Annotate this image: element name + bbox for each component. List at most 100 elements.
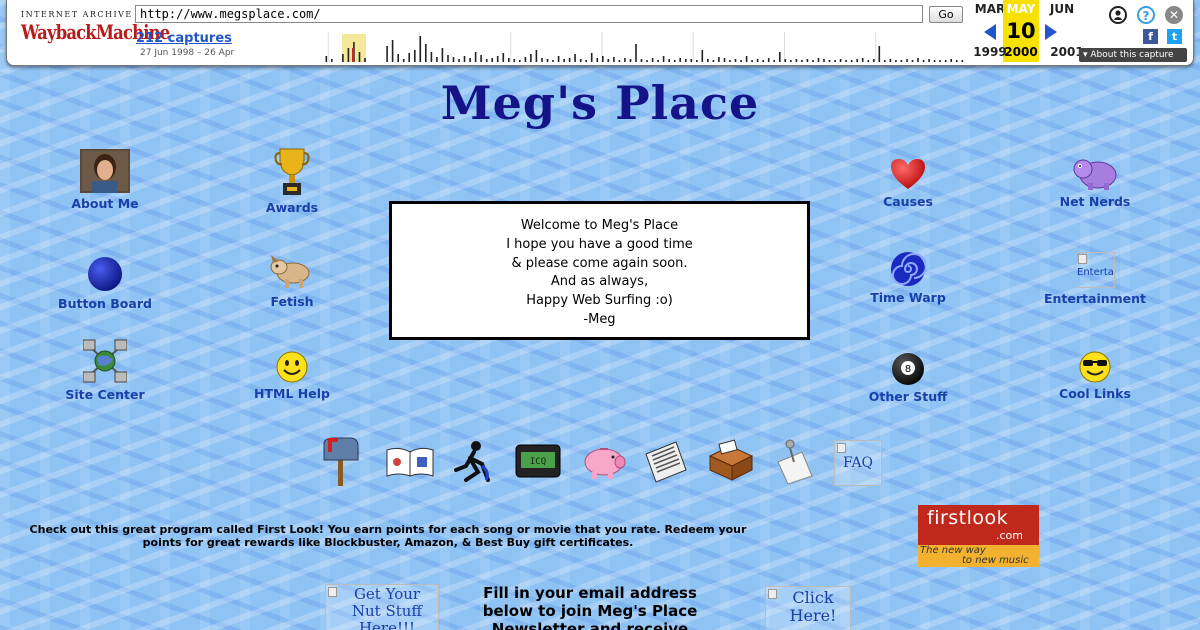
guestbook-icon[interactable] xyxy=(385,446,435,478)
note-pin-icon[interactable] xyxy=(772,438,816,484)
histogram-bar xyxy=(884,60,886,62)
purple-creature-icon xyxy=(1073,159,1117,190)
wayback-next-month[interactable]: JUN xyxy=(1042,2,1082,16)
welcome-line: And as always, xyxy=(550,274,649,290)
histogram-bar xyxy=(850,60,853,62)
histogram-bar xyxy=(391,40,394,62)
histogram-bar xyxy=(358,52,361,62)
histogram-bar xyxy=(485,59,488,62)
histogram-bar xyxy=(828,60,831,62)
facebook-icon[interactable]: f xyxy=(1143,29,1158,44)
histogram-bar xyxy=(779,52,781,62)
next-capture-arrow-icon[interactable] xyxy=(1045,24,1057,40)
histogram-bar xyxy=(773,60,775,62)
histogram-bar xyxy=(740,60,742,62)
histogram-bar xyxy=(441,48,444,62)
pager-text: ICQ xyxy=(530,457,546,467)
pager-icon[interactable]: ICQ xyxy=(515,444,561,478)
smiley-icon xyxy=(276,351,308,383)
histogram-bar xyxy=(845,60,847,62)
histogram-bar xyxy=(662,56,665,62)
welcome-line: & please come again soon. xyxy=(511,255,688,271)
nav-label: Site Center xyxy=(65,387,145,402)
firstlook-banner[interactable]: firstlook .com The new way to new music xyxy=(918,505,1039,567)
broken-image-icon xyxy=(768,589,777,599)
histogram-bar xyxy=(861,58,864,62)
histogram-bar xyxy=(563,59,565,62)
histogram-bar xyxy=(607,59,610,62)
histogram-bar xyxy=(331,59,333,62)
inbox-tray-icon[interactable] xyxy=(706,438,756,486)
nav-label: Cool Links xyxy=(1059,386,1131,401)
user-account-icon[interactable] xyxy=(1109,6,1127,24)
histogram-bar xyxy=(806,59,809,62)
page-title: Meg's Place xyxy=(440,76,760,130)
histogram-bar xyxy=(685,59,687,62)
nut-stuff-image-link[interactable]: Get Your Nut Stuff Here!!! xyxy=(325,584,439,630)
nav-button-board[interactable]: Button Board xyxy=(35,255,175,311)
nav-entertainment[interactable]: Enterta Entertainment xyxy=(1025,252,1165,306)
histogram-bar xyxy=(618,60,621,62)
histogram-bar xyxy=(624,58,626,62)
histogram-bar xyxy=(458,59,460,62)
nav-causes[interactable]: Causes xyxy=(838,157,978,209)
histogram-bar xyxy=(895,60,897,62)
nav-site-center[interactable]: Site Center xyxy=(35,338,175,402)
histogram-bar xyxy=(928,59,930,62)
histogram-bar xyxy=(712,60,715,62)
broken-image-icon xyxy=(328,587,337,597)
newspaper-icon[interactable] xyxy=(642,440,690,484)
nav-about-me[interactable]: About Me xyxy=(35,149,175,211)
close-icon[interactable]: ✕ xyxy=(1165,6,1183,24)
nav-html-help[interactable]: HTML Help xyxy=(222,351,362,401)
nut-stuff-alt-text: Get Your Nut Stuff Here!!! xyxy=(351,585,423,630)
histogram-bar xyxy=(508,58,510,62)
histogram-bar xyxy=(784,59,787,62)
histogram-bar xyxy=(590,53,593,62)
histogram-bar xyxy=(906,59,908,62)
histogram-bar xyxy=(767,58,770,62)
histogram-bar xyxy=(386,46,388,62)
firstlook-logo-text: firstlook xyxy=(927,507,1009,529)
piggy-bank-icon[interactable] xyxy=(580,442,628,480)
nav-label: Net Nerds xyxy=(1059,194,1131,209)
faq-icon[interactable]: FAQ xyxy=(834,440,882,486)
click-here-image-link[interactable]: Click Here! xyxy=(765,586,851,630)
wayback-go-button[interactable]: Go xyxy=(929,6,963,23)
histogram-bar xyxy=(447,55,449,62)
aim-runner-icon[interactable] xyxy=(452,440,496,482)
nav-cool-links[interactable]: Cool Links xyxy=(1025,351,1165,401)
nav-time-warp[interactable]: Time Warp xyxy=(838,251,978,305)
wayback-captures-link[interactable]: 212 captures xyxy=(136,31,232,46)
histogram-bar xyxy=(961,60,964,62)
histogram-bar xyxy=(668,59,670,62)
blue-ball-icon xyxy=(88,257,122,291)
histogram-bar xyxy=(933,60,936,62)
wayback-prev-year[interactable]: 1999 xyxy=(970,45,1010,59)
mailbox-icon[interactable] xyxy=(320,436,362,486)
nav-fetish[interactable]: Fetish xyxy=(222,253,362,309)
histogram-bar xyxy=(640,59,643,62)
histogram-bar xyxy=(613,57,615,62)
wayback-url-input[interactable]: http://www.megsplace.com/ xyxy=(135,5,923,23)
histogram-bar xyxy=(397,54,399,62)
histogram-bar xyxy=(867,60,870,62)
wayback-current-month: MAY xyxy=(1006,2,1036,16)
histogram-bar xyxy=(557,56,560,62)
cool-smiley-icon xyxy=(1079,351,1111,383)
histogram-bar xyxy=(673,60,676,62)
click-here-alt-text: Click Here! xyxy=(789,588,837,625)
about-this-capture-button[interactable]: ▾ About this capture xyxy=(1079,48,1187,62)
entertainment-broken-image-icon: Enterta xyxy=(1075,252,1115,288)
nav-other-stuff[interactable]: 8 Other Stuff xyxy=(838,352,978,404)
histogram-bar xyxy=(629,59,632,62)
welcome-message-box: Welcome to Meg's Place I hope you have a… xyxy=(389,201,810,340)
twitter-icon[interactable]: t xyxy=(1167,29,1182,44)
nav-awards[interactable]: Awards xyxy=(222,147,362,215)
histogram-bar xyxy=(651,58,654,62)
nav-net-nerds[interactable]: Net Nerds xyxy=(1025,155,1165,209)
wayback-capture-histogram[interactable] xyxy=(237,32,967,62)
prev-capture-arrow-icon[interactable] xyxy=(984,24,996,40)
help-icon[interactable]: ? xyxy=(1137,6,1155,24)
histogram-bar xyxy=(878,46,881,62)
